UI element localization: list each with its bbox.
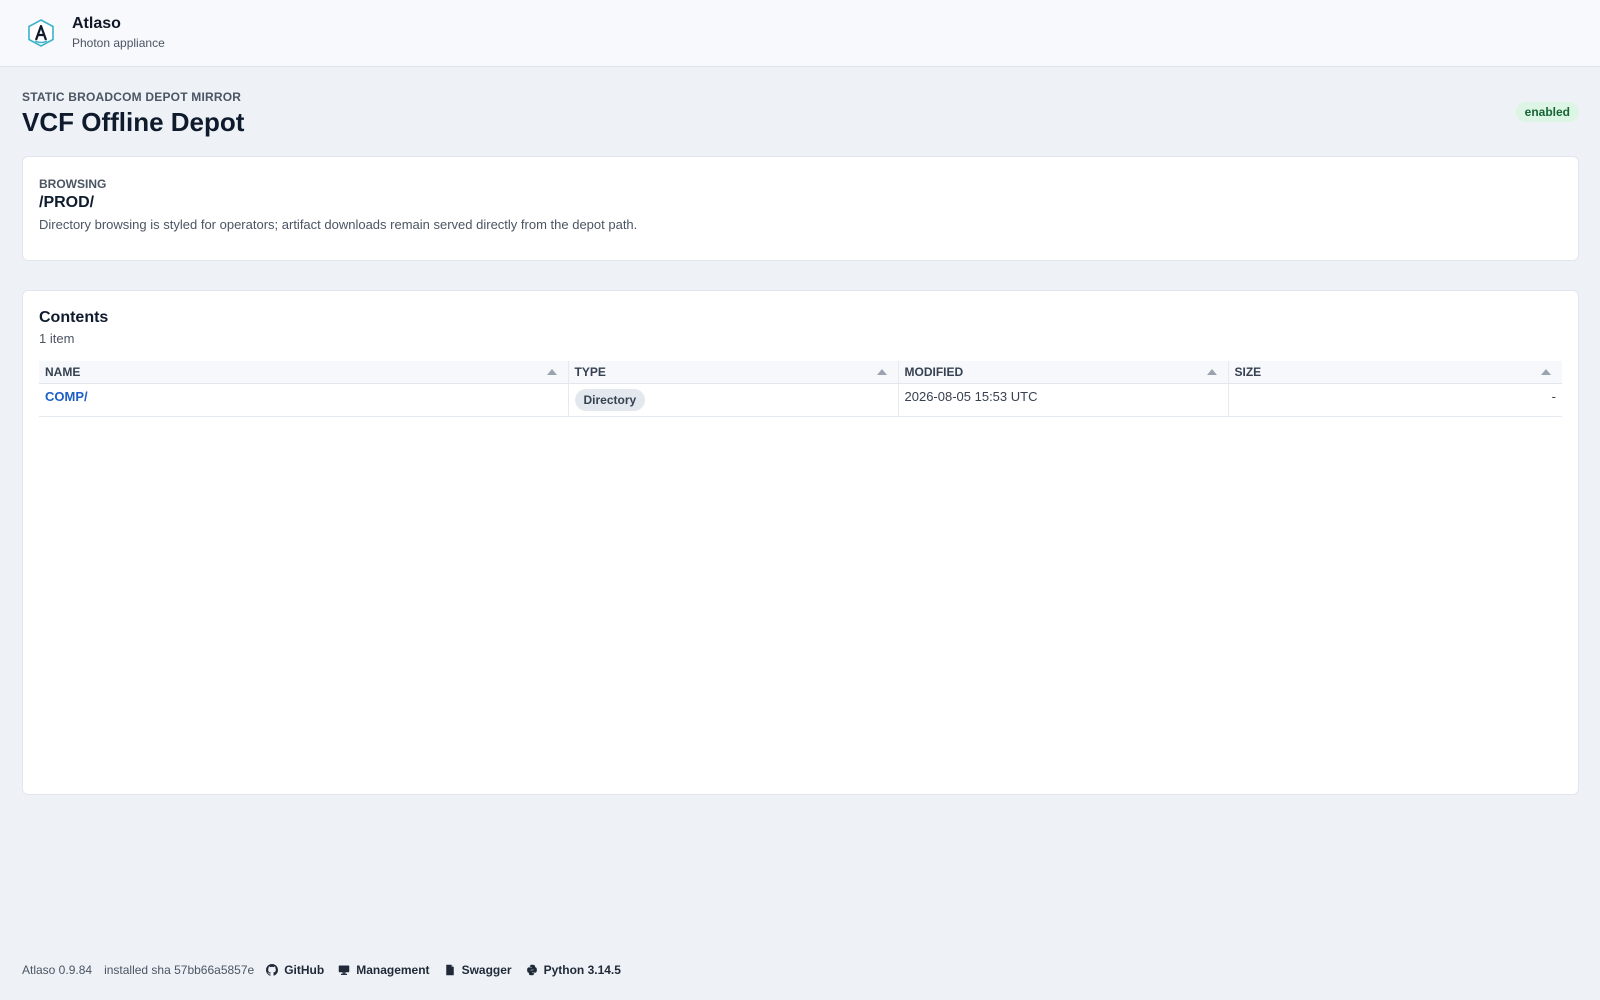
swagger-link-label: Swagger: [461, 963, 512, 977]
app-subtitle: Photon appliance: [72, 36, 165, 50]
contents-card: Contents 1 item NAME TYPE MODIFIED SIZE …: [22, 290, 1579, 795]
page-header: STATIC BROADCOM DEPOT MIRROR VCF Offline…: [22, 90, 1579, 142]
sort-asc-icon[interactable]: [546, 369, 557, 375]
sort-asc-icon[interactable]: [876, 369, 887, 375]
table-header-row: NAME TYPE MODIFIED SIZE: [39, 361, 1562, 384]
page-title: VCF Offline Depot: [22, 107, 245, 137]
contents-title: Contents: [39, 309, 109, 326]
entry-link[interactable]: COMP/: [45, 389, 88, 404]
cell-modified: 2026-08-05 15:53 UTC: [897, 383, 1228, 417]
cell-size: -: [1227, 383, 1562, 417]
python-link[interactable]: Python 3.14.5: [526, 963, 621, 977]
column-header-label: NAME: [45, 364, 81, 379]
cell-type: Directory: [567, 383, 898, 417]
size-value: -: [1551, 389, 1556, 404]
browsing-card: BROWSING /PROD/ Directory browsing is st…: [22, 156, 1579, 261]
installed-sha: installed sha 57bb66a5857e: [104, 963, 255, 977]
contents-count: 1 item: [39, 331, 75, 346]
sort-asc-icon[interactable]: [1541, 369, 1551, 375]
github-link-label: GitHub: [284, 963, 325, 977]
cell-name: COMP/: [39, 383, 568, 417]
app-version: Atlaso 0.9.84: [22, 963, 93, 977]
column-header-label: SIZE: [1234, 364, 1262, 379]
column-header-type[interactable]: TYPE: [567, 361, 898, 384]
app-name: Atlaso: [72, 15, 121, 32]
page-eyebrow: STATIC BROADCOM DEPOT MIRROR: [22, 90, 242, 104]
sort-asc-icon[interactable]: [1206, 369, 1217, 375]
column-header-label: MODIFIED: [904, 364, 964, 379]
status-badge: enabled: [1515, 102, 1579, 122]
contents-table: NAME TYPE MODIFIED SIZE COMP/ Directory …: [39, 361, 1562, 417]
github-link[interactable]: GitHub: [266, 963, 324, 977]
swagger-link[interactable]: Swagger: [444, 963, 512, 977]
management-link-label: Management: [356, 963, 430, 977]
brand: Atlaso Photon appliance: [72, 15, 165, 51]
atlaso-logo-icon[interactable]: [27, 19, 55, 47]
python-link-label: Python 3.14.5: [543, 963, 621, 977]
footer: Atlaso 0.9.84 installed sha 57bb66a5857e…: [22, 961, 635, 979]
modified-value: 2026-08-05 15:53 UTC: [904, 389, 1038, 404]
current-path: /PROD/: [39, 194, 95, 211]
column-header-size[interactable]: SIZE: [1227, 361, 1562, 384]
type-badge: Directory: [574, 388, 646, 411]
python-icon: [526, 964, 537, 976]
monitor-icon: [338, 965, 350, 975]
top-bar: Atlaso Photon appliance: [0, 0, 1600, 67]
document-icon: [445, 964, 454, 976]
management-link[interactable]: Management: [338, 963, 430, 977]
column-header-name[interactable]: NAME: [39, 361, 568, 384]
column-header-modified[interactable]: MODIFIED: [897, 361, 1228, 384]
browsing-label: BROWSING: [39, 177, 107, 191]
browsing-description: Directory browsing is styled for operato…: [39, 217, 638, 232]
table-row: COMP/ Directory 2026-08-05 15:53 UTC -: [39, 383, 1562, 417]
column-header-label: TYPE: [574, 364, 606, 379]
github-icon: [266, 964, 279, 976]
